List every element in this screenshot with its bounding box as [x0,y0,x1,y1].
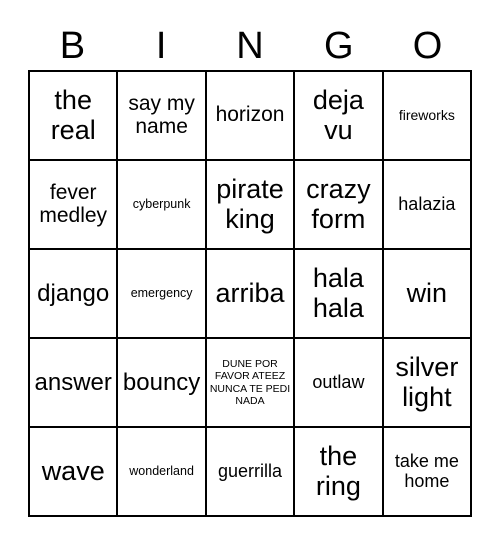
bingo-cell-label: horizon [215,103,285,127]
bingo-cell-r3-c4[interactable]: hala hala [295,250,384,339]
bingo-cell-label: DUNE POR FAVOR ATEEZ NUNCA TE PEDI NADA [209,357,291,407]
bingo-cell-label: bouncy [122,368,201,396]
bingo-cell-label: win [406,277,448,308]
bingo-cell-r3-c1[interactable]: django [30,250,119,339]
bingo-cell-r4-c2[interactable]: bouncy [118,339,207,428]
bingo-cell-label: cyberpunk [132,196,191,211]
bingo-cell-r2-c2[interactable]: cyberpunk [118,161,207,250]
bingo-cell-r4-c5[interactable]: silver light [383,339,473,428]
bingo-cell-r2-c5[interactable]: halazia [383,161,473,250]
bingo-cell-r5-c3[interactable]: guerrilla [206,428,296,517]
bingo-header-letter-n: N [236,25,264,67]
bingo-cell-label: halazia [398,193,456,214]
bingo-cell-label: wave [41,455,105,486]
bingo-cell-label: answer [34,368,112,396]
bingo-cell-r5-c4[interactable]: the ring [295,428,384,517]
bingo-cell-label: fever medley [39,180,108,227]
bingo-cell-r2-c4[interactable]: crazy form [295,161,384,250]
bingo-cell-r5-c2[interactable]: wonderland [118,428,207,517]
bingo-cell-label: take me home [394,451,459,491]
bingo-cell-label: pirate king [216,174,284,234]
bingo-cell-r4-c3[interactable]: DUNE POR FAVOR ATEEZ NUNCA TE PEDI NADA [206,339,296,428]
bingo-cell-label: outlaw [312,371,365,392]
bingo-header-letter-g: G [324,25,354,67]
bingo-cell-label: the real [50,85,96,145]
bingo-card: B I N G O the real say my name horizon deja vu f… [28,22,473,517]
bingo-cell-r1-c4[interactable]: deja vu [295,72,384,161]
bingo-cell-r4-c4[interactable]: outlaw [295,339,384,428]
bingo-cell-r2-c1[interactable]: fever medley [30,161,119,250]
bingo-cell-label: hala hala [312,263,364,323]
bingo-cell-r3-c3[interactable]: arriba [206,250,296,339]
bingo-cell-r5-c1[interactable]: wave [30,428,119,517]
bingo-header-row: BINGO [28,22,472,70]
bingo-row: wave wonderland guerrilla the ring take me h… [30,428,473,517]
bingo-cell-label: arriba [215,277,285,308]
bingo-cell-label: deja vu [312,85,364,145]
bingo-cell-label: wonderland [129,463,194,478]
bingo-cell-r1-c1[interactable]: the real [30,72,119,161]
bingo-cell-label: the ring [315,441,361,501]
bingo-cell-label: guerrilla [218,460,283,481]
bingo-cell-r4-c1[interactable]: answer [30,339,119,428]
bingo-row: answer bouncy DUNE POR FAVOR ATEEZ NUNCA T… [30,339,473,428]
bingo-cell-label: fireworks [398,106,455,123]
bingo-cell-r2-c3[interactable]: pirate king [206,161,296,250]
bingo-row: fever medley cyberpunk pirate king crazy fo… [30,161,473,250]
bingo-header-letter-i: I [155,25,167,67]
bingo-cell-label: django [37,279,110,307]
bingo-cell-r3-c2[interactable]: emergency [118,250,207,339]
bingo-cell-r1-c3[interactable]: horizon [206,72,296,161]
bingo-cell-r3-c5[interactable]: win [383,250,473,339]
bingo-cell-r1-c5[interactable]: fireworks [383,72,473,161]
bingo-cell-r1-c2[interactable]: say my name [118,72,207,161]
bingo-row: django emergency arriba hala hala win [30,250,473,339]
bingo-grid: the real say my name horizon deja vu firewor… [28,70,473,517]
bingo-cell-label: crazy form [306,174,371,234]
bingo-cell-label: say my name [128,91,195,138]
bingo-header-letter-b: B [59,25,86,67]
bingo-header-letter-o: O [412,25,443,67]
bingo-cell-label: emergency [130,285,193,300]
bingo-cell-label: silver light [395,352,459,412]
bingo-row: the real say my name horizon deja vu firewor… [30,72,473,161]
bingo-cell-r5-c5[interactable]: take me home [383,428,473,517]
